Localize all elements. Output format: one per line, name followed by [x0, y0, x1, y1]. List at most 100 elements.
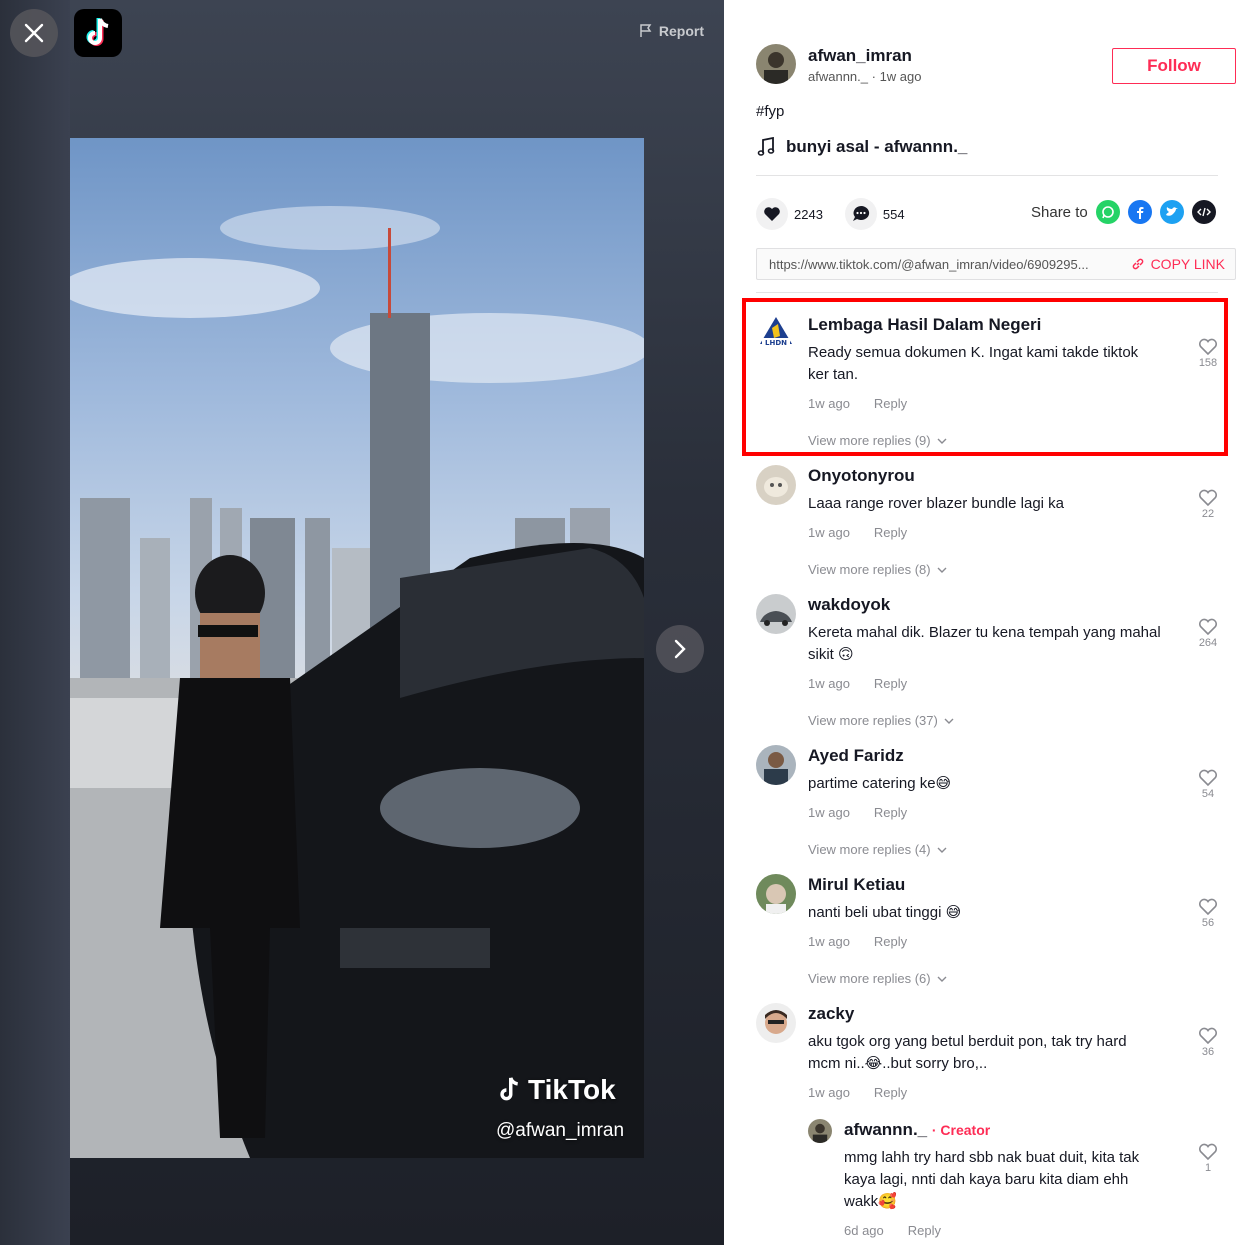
author-avatar[interactable]: [756, 44, 796, 84]
embed-code-icon: [1196, 207, 1211, 217]
author-name[interactable]: afwan_imran: [808, 45, 922, 67]
highlight-box: [742, 298, 1228, 456]
commenter-avatar[interactable]: [756, 745, 796, 785]
chevron-down-icon: [937, 847, 947, 853]
reply-button[interactable]: Reply: [874, 934, 907, 949]
comment-body: Ayed Faridz partime catering ke😅 1w ago …: [808, 745, 1186, 857]
reply-button[interactable]: Reply: [874, 525, 907, 540]
comment-like-button[interactable]: 264: [1196, 618, 1220, 649]
follow-button[interactable]: Follow: [1112, 48, 1236, 84]
report-label: Report: [658, 23, 704, 39]
comment-body: Onyotonyrou Laaa range rover blazer bund…: [808, 465, 1186, 577]
commenter-name[interactable]: wakdoyok: [808, 594, 1186, 616]
reply-time: 6d ago: [844, 1223, 884, 1238]
like-count: 2243: [794, 206, 823, 222]
commenter-avatar[interactable]: [756, 594, 796, 634]
close-button[interactable]: [10, 9, 58, 57]
commenter-avatar[interactable]: [756, 1003, 796, 1043]
comment-text: aku tgok org yang betul berduit pon, tak…: [808, 1031, 1186, 1075]
comment-like-button[interactable]: 36: [1196, 1027, 1220, 1058]
copy-link-button[interactable]: COPY LINK: [1131, 256, 1225, 272]
heart-outline-icon: [1198, 1143, 1218, 1161]
avatar-image: [808, 1119, 832, 1143]
post-time: 1w ago: [879, 68, 922, 84]
reply-meta: 6d ago Reply: [844, 1223, 1174, 1238]
heart-icon: [764, 207, 780, 221]
commenter-avatar[interactable]: [756, 465, 796, 505]
comment-text: nanti beli ubat tinggi 😅: [808, 904, 962, 921]
watermark-brand: TikTok: [528, 1074, 616, 1105]
view-more-label: View more replies (37): [808, 713, 938, 728]
view-more-replies[interactable]: View more replies (6): [808, 971, 1186, 986]
heart-outline-icon: [1198, 898, 1218, 916]
comment-time: 1w ago: [808, 676, 850, 691]
comment-like-button[interactable]: 56: [1196, 898, 1220, 929]
reply-author: afwannn._ · Creator: [844, 1119, 1174, 1141]
comment-like-button[interactable]: 54: [1196, 769, 1220, 800]
comment-time: 1w ago: [808, 934, 850, 949]
whatsapp-share-button[interactable]: [1095, 200, 1120, 224]
comment-meta: 1w ago Reply: [808, 934, 1186, 949]
video-link-url[interactable]: https://www.tiktok.com/@afwan_imran/vide…: [769, 257, 1119, 272]
twitter-icon: [1165, 207, 1178, 216]
commenter-avatar[interactable]: [756, 874, 796, 914]
reply-button[interactable]: Reply: [874, 1085, 907, 1100]
commenter-name[interactable]: zacky: [808, 1003, 1186, 1025]
like-button[interactable]: [756, 198, 788, 230]
report-button[interactable]: Report: [639, 23, 704, 39]
share-label: Share to: [1031, 203, 1088, 221]
comment-like-count: 22: [1201, 508, 1215, 520]
commenter-name[interactable]: Mirul Ketiau: [808, 874, 1186, 896]
facebook-share-button[interactable]: [1127, 200, 1152, 224]
comment-like-count: 264: [1198, 637, 1218, 649]
reply-button[interactable]: Reply: [874, 676, 907, 691]
next-video-button[interactable]: [656, 625, 704, 673]
twitter-share-button[interactable]: [1159, 200, 1184, 224]
comment-count: 554: [882, 206, 905, 222]
comment-text: partime catering ke😅: [808, 775, 952, 792]
watermark-handle: @afwan_imran: [496, 1120, 625, 1141]
reply-button[interactable]: Reply: [908, 1223, 941, 1238]
view-more-replies[interactable]: View more replies (8): [808, 562, 1186, 577]
heart-outline-icon: [1198, 1027, 1218, 1045]
link-icon: [1132, 258, 1143, 270]
commenter-name[interactable]: Ayed Faridz: [808, 745, 1186, 767]
author-names: afwan_imran afwannn._ · 1w ago: [808, 45, 922, 84]
comment-like-button[interactable]: 22: [1196, 489, 1220, 520]
comment-button[interactable]: [844, 198, 877, 230]
share-bar: Share to: [1031, 200, 1216, 224]
view-more-replies[interactable]: View more replies (4): [808, 842, 1186, 857]
tiktok-logo-icon: [86, 18, 109, 46]
video-player[interactable]: TikTok @afwan_imran: [70, 138, 644, 1158]
view-more-replies[interactable]: View more replies (37): [808, 713, 1186, 728]
view-more-label: View more replies (4): [808, 842, 931, 857]
comment-time: 1w ago: [808, 805, 850, 820]
copy-link-label: COPY LINK: [1150, 256, 1225, 272]
chevron-down-icon: [937, 567, 947, 573]
avatar-image: [756, 44, 796, 84]
creator-avatar[interactable]: [808, 1119, 832, 1143]
avatar-image: [756, 465, 796, 505]
video-pane: Report TikTok @afwan_imran: [0, 0, 724, 1245]
watermark-logo: TikTok: [496, 1074, 616, 1106]
commenter-name[interactable]: Onyotonyrou: [808, 465, 1186, 487]
post-description[interactable]: #fyp: [756, 103, 784, 120]
details-pane: afwan_imran afwannn._ · 1w ago Follow #f…: [724, 0, 1246, 1245]
avatar-image: [756, 745, 796, 785]
reply-like-count: 1: [1204, 1162, 1212, 1174]
video-scene-image: [70, 206, 644, 1158]
comment-time: 1w ago: [808, 525, 850, 540]
comment-text-line: sikit 🙃: [808, 646, 854, 663]
embed-share-button[interactable]: [1191, 200, 1216, 224]
tiktok-logo[interactable]: [74, 9, 122, 57]
reply-button[interactable]: Reply: [874, 805, 907, 820]
reply-author-name[interactable]: afwannn._: [844, 1120, 927, 1139]
comment-text-line: aku tgok org yang betul berduit pon, tak…: [808, 1033, 1127, 1050]
whatsapp-icon: [1101, 206, 1114, 219]
author-handle: afwannn._: [808, 68, 868, 84]
comment-meta: 1w ago Reply: [808, 1085, 1186, 1100]
video-link-box[interactable]: https://www.tiktok.com/@afwan_imran/vide…: [756, 248, 1236, 280]
reply-like-button[interactable]: 1: [1196, 1143, 1220, 1174]
music-link[interactable]: bunyi asal - afwannn._: [756, 137, 967, 157]
heart-outline-icon: [1198, 618, 1218, 636]
